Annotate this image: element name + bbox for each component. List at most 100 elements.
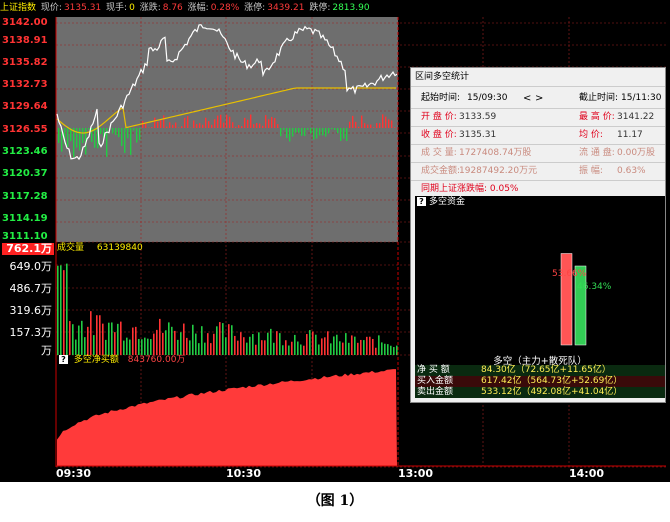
volume-bar: [225, 337, 227, 355]
diff-bar: [175, 122, 177, 128]
diff-bar: [280, 128, 282, 137]
volume-bar: [261, 340, 263, 355]
volume-bar: [363, 340, 365, 355]
diff-bar: [58, 128, 60, 143]
volume-bar: [69, 321, 71, 355]
volume-bar: [300, 344, 302, 355]
diff-bar: [316, 128, 318, 139]
volume-bar: [315, 334, 317, 355]
prev-button[interactable]: <: [523, 90, 531, 107]
diff-bar: [268, 119, 270, 128]
diff-bar: [253, 124, 255, 128]
volume-bar: [168, 322, 170, 355]
diff-bar: [271, 116, 273, 128]
volume-bar: [357, 342, 359, 355]
volume-bar: [282, 345, 284, 355]
figure-caption: （图 1）: [306, 493, 364, 509]
diff-bar: [154, 117, 156, 128]
volume-bar: [156, 329, 158, 355]
volume-bar: [111, 322, 113, 355]
diff-bar: [79, 128, 81, 151]
diff-bar: [115, 128, 117, 135]
diff-bar: [133, 128, 135, 131]
volume-bar: [309, 330, 311, 355]
volume-bar: [141, 339, 143, 355]
volume-bar: [360, 339, 362, 355]
diff-bar: [364, 123, 366, 128]
question-icon[interactable]: ?: [59, 355, 68, 364]
volume-bar: [387, 344, 389, 355]
net-buy-title: ? 多空净买额 843760.00万: [57, 355, 185, 366]
diff-bar: [139, 128, 141, 141]
volume-bar: [285, 340, 287, 355]
volume-bar: [354, 336, 356, 355]
diff-bar: [130, 128, 132, 155]
volume-bar: [312, 331, 314, 355]
diff-bar: [322, 128, 324, 136]
volume-bar: [255, 344, 257, 355]
diff-bar: [346, 128, 348, 141]
time-label: 10:30: [226, 467, 262, 480]
net-buy-row: 净 买 额 84.30亿（72.65亿+11.65亿）: [415, 365, 665, 376]
volume-title: 成交量 63139840: [57, 243, 143, 253]
volume-bar: [273, 342, 275, 355]
diff-bar: [214, 119, 216, 128]
volume-bar: [375, 347, 377, 355]
volume-bar: [276, 331, 278, 355]
volume-bar: [339, 341, 341, 355]
end-time-value[interactable]: 15/11:30: [621, 90, 661, 107]
volume-bar: [249, 336, 251, 355]
volume-bar: [195, 333, 197, 355]
start-time-value[interactable]: 15/09:30: [467, 90, 507, 107]
volume-bar: [99, 315, 101, 355]
volume-bar: [351, 335, 353, 355]
volume-bar: [180, 332, 182, 355]
diff-bar: [376, 123, 378, 128]
volume-bar: [66, 263, 68, 355]
diff-bar: [328, 128, 330, 134]
volume-bar: [366, 336, 368, 355]
next-button[interactable]: >: [535, 90, 543, 107]
diff-bar: [127, 128, 129, 139]
time-label: 09:30: [56, 467, 92, 480]
diff-bar: [283, 128, 285, 130]
volume-bar: [318, 344, 320, 355]
volume-bar: [198, 343, 200, 355]
diff-bar: [379, 123, 381, 128]
diff-bar: [163, 115, 165, 128]
diff-bar: [340, 128, 342, 141]
volume-bar: [231, 325, 233, 355]
stock-chart-window: 上证指数 现价: 3135.31 现手: 0 涨跌: 8.76 涨幅: 0.28% 涨停…: [0, 0, 670, 482]
diff-bar: [124, 128, 126, 153]
diff-bar: [373, 127, 375, 128]
volume-bar: [294, 334, 296, 355]
diff-bar: [298, 128, 300, 133]
range-stats-panel: 区间多空统计 起始时间: 15/09:30 < > 截止时间: 15/11:30…: [410, 67, 666, 403]
volume-bar: [252, 334, 254, 355]
volume-bar: [189, 340, 191, 355]
volume-bar: [117, 323, 119, 355]
volume-bar: [87, 326, 89, 355]
stats-row: 成 交 量: 1727408.74万股 流 通 盘: 0.00万股: [411, 144, 665, 162]
diff-bar: [358, 126, 360, 128]
diff-bar: [217, 115, 219, 128]
diff-bar: [274, 118, 276, 128]
stats-row: 开 盘 价: 3133.59 最 高 价: 3141.22: [411, 108, 665, 126]
volume-bar: [105, 339, 107, 355]
diff-bar: [391, 120, 393, 128]
volume-bars: [57, 263, 398, 355]
diff-bar: [220, 114, 222, 128]
volume-bar: [123, 340, 125, 355]
volume-bar: [210, 343, 212, 355]
fund-bar-chart: [560, 253, 587, 346]
volume-bar: [120, 321, 122, 355]
diff-bar: [235, 126, 237, 128]
volume-bar: [75, 339, 77, 355]
volume-bar: [159, 318, 161, 355]
volume-bar: [96, 315, 98, 355]
fund-panel: ? 多空资金 53.66% 46.34% 多空（主力+散死队） 净 买 额 84.…: [415, 196, 665, 398]
diff-bar: [145, 123, 147, 128]
diff-bar: [355, 121, 357, 128]
volume-bar: [57, 265, 59, 355]
question-icon[interactable]: ?: [417, 197, 426, 206]
